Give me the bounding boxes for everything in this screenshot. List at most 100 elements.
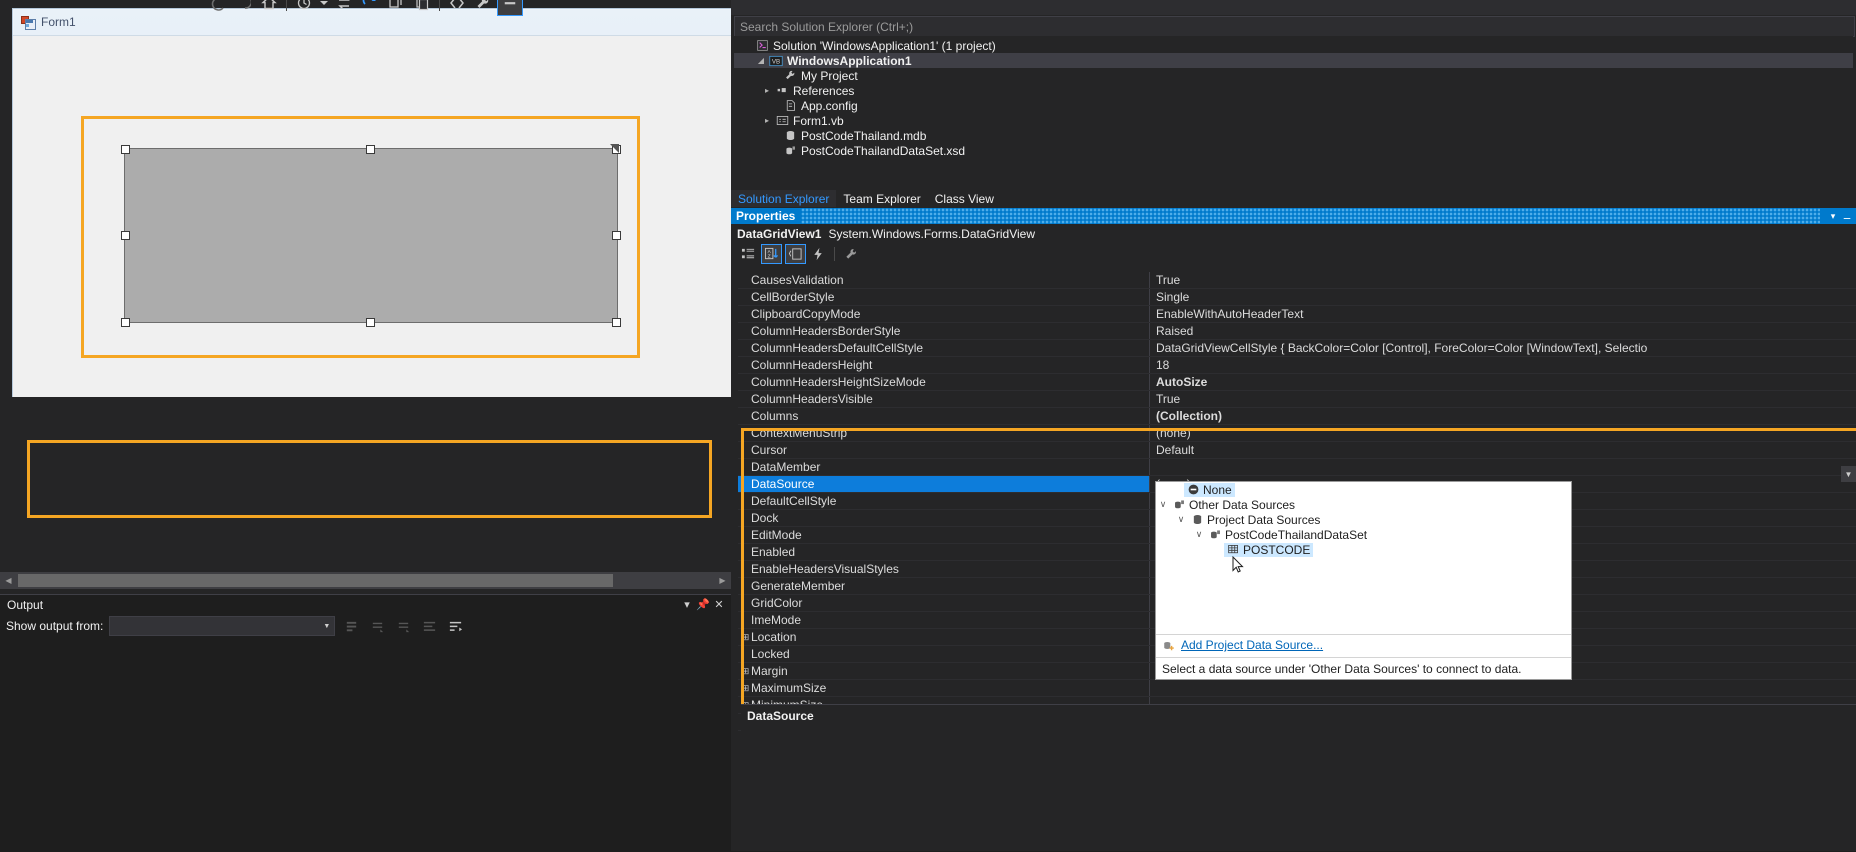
datasource-item-hit[interactable]: Project Data Sources	[1188, 513, 1323, 527]
search-input[interactable]: Search Solution Explorer (Ctrl+;)	[735, 20, 913, 34]
twisty-expanded-icon[interactable]: ∨	[1192, 529, 1206, 540]
datasource-item-hit[interactable]: PostCodeThailandDataSet	[1206, 528, 1370, 542]
refresh-icon[interactable]	[358, 0, 382, 15]
property-value[interactable]: Single	[1150, 289, 1856, 305]
property-row[interactable]: ColumnHeadersHeightSizeMode AutoSize	[738, 374, 1856, 391]
expand-icon[interactable]: ⊞	[740, 666, 751, 677]
show-all-files-icon[interactable]	[410, 0, 434, 15]
form-designer-window[interactable]: Form1	[12, 8, 733, 397]
datasource-item-project-data-sources[interactable]: ∨ Project Data Sources	[1156, 512, 1571, 527]
property-value[interactable]: (Collection)	[1150, 408, 1856, 424]
twisty-expanded-icon[interactable]: ∨	[1174, 514, 1188, 525]
datasource-tree[interactable]: None ∨ Other Data Sources ∨ Project Data…	[1156, 482, 1571, 634]
datasource-item-hit[interactable]: Other Data Sources	[1170, 498, 1298, 512]
toggle-word-wrap-icon[interactable]	[445, 616, 465, 636]
tab-team-explorer[interactable]: Team Explorer	[836, 190, 927, 207]
property-row[interactable]: ColumnHeadersBorderStyle Raised	[738, 323, 1856, 340]
back-icon[interactable]	[205, 0, 229, 15]
property-row[interactable]: CausesValidation True	[738, 272, 1856, 289]
property-value[interactable]: True	[1150, 272, 1856, 288]
properties-scroll-down-icon[interactable]: ▼	[1841, 466, 1856, 482]
resize-handle-w[interactable]	[121, 231, 130, 240]
expand-icon[interactable]: ⊞	[740, 632, 751, 643]
property-row[interactable]: Cursor Default	[738, 442, 1856, 459]
expand-icon[interactable]: ⊞	[740, 683, 751, 694]
chevron-down-icon[interactable]: ▾	[1826, 209, 1840, 223]
resize-handle-n[interactable]	[366, 145, 375, 154]
scroll-left-icon[interactable]: ◀	[0, 572, 17, 589]
view-code-icon[interactable]	[445, 0, 469, 15]
chevron-down-icon[interactable]	[318, 0, 330, 15]
property-value[interactable]: 18	[1150, 357, 1856, 373]
twisty-expanded-icon[interactable]: ◢	[754, 56, 768, 65]
property-value[interactable]	[1150, 459, 1856, 475]
property-row[interactable]: ClipboardCopyMode EnableWithAutoHeaderTe…	[738, 306, 1856, 323]
designer-scroll-thumb[interactable]	[18, 574, 613, 587]
datagridview-control[interactable]	[124, 148, 618, 323]
solution-explorer-tree[interactable]: Solution 'WindowsApplication1' (1 projec…	[734, 36, 1853, 190]
find-message-icon[interactable]	[341, 616, 361, 636]
pending-changes-icon[interactable]	[292, 0, 316, 15]
datasource-item-hit[interactable]: POSTCODE	[1224, 543, 1313, 557]
add-project-data-source-label[interactable]: Add Project Data Source...	[1181, 638, 1323, 652]
chevron-down-icon[interactable]: ▾	[679, 597, 695, 613]
twisty-collapsed-icon[interactable]: ▸	[760, 116, 774, 125]
property-row[interactable]: DataMember	[738, 459, 1856, 476]
property-value[interactable]: EnableWithAutoHeaderText	[1150, 306, 1856, 322]
property-pages-button[interactable]	[842, 245, 861, 263]
property-row[interactable]: ColumnHeadersVisible True	[738, 391, 1856, 408]
property-row[interactable]: ⊞ MaximumSize	[738, 680, 1856, 697]
pin-icon[interactable]: ⚊	[1840, 209, 1854, 223]
property-value[interactable]: (none)	[1150, 425, 1856, 441]
tab-class-view[interactable]: Class View	[928, 190, 1001, 207]
resize-handle-s[interactable]	[366, 318, 375, 327]
datasource-item-dataset[interactable]: ∨ PostCodeThailandDataSet	[1156, 527, 1571, 542]
property-value[interactable]: True	[1150, 391, 1856, 407]
clear-all-icon[interactable]	[419, 616, 439, 636]
go-to-next-icon[interactable]	[393, 616, 413, 636]
tree-item-form1-vb[interactable]: ▸ Form1.vb	[734, 113, 1853, 128]
property-row[interactable]: CellBorderStyle Single	[738, 289, 1856, 306]
tree-item-project[interactable]: ◢ VB WindowsApplication1	[734, 53, 1853, 68]
property-row[interactable]: Columns (Collection)	[738, 408, 1856, 425]
twisty-collapsed-icon[interactable]: ▸	[760, 86, 774, 95]
datasource-dropdown-popup[interactable]: None ∨ Other Data Sources ∨ Project Data…	[1155, 481, 1572, 680]
properties-button[interactable]	[785, 244, 806, 264]
tree-item-app-config[interactable]: App.config	[734, 98, 1853, 113]
tree-item-my-project[interactable]: My Project	[734, 68, 1853, 83]
properties-object-header[interactable]: DataGridView1 System.Windows.Forms.DataG…	[731, 224, 1856, 243]
tab-solution-explorer[interactable]: Solution Explorer	[731, 190, 836, 207]
datasource-item-postcode[interactable]: POSTCODE	[1156, 542, 1571, 557]
events-button[interactable]	[809, 245, 828, 263]
resize-handle-e[interactable]	[612, 231, 621, 240]
resize-handle-se[interactable]	[612, 318, 621, 327]
twisty-expanded-icon[interactable]: ∨	[1156, 499, 1170, 510]
property-value[interactable]: Raised	[1150, 323, 1856, 339]
property-value[interactable]: AutoSize	[1150, 374, 1856, 390]
output-source-combo[interactable]: ▼	[109, 616, 335, 636]
property-row[interactable]: ColumnHeadersDefaultCellStyle DataGridVi…	[738, 340, 1856, 357]
search-solution-explorer[interactable]: Search Solution Explorer (Ctrl+;)	[734, 16, 1855, 37]
pin-icon[interactable]: 📌	[695, 597, 711, 613]
add-project-data-source-link[interactable]: Add Project Data Source...	[1156, 635, 1571, 655]
scroll-right-icon[interactable]: ▶	[714, 572, 731, 589]
collapse-all-icon[interactable]	[384, 0, 408, 15]
resize-handle-sw[interactable]	[121, 318, 130, 327]
form-canvas[interactable]	[13, 35, 732, 397]
property-value[interactable]: Default	[1150, 442, 1856, 458]
datasource-item-other-data-sources[interactable]: ∨ Other Data Sources	[1156, 497, 1571, 512]
chevron-down-icon[interactable]: ▼	[319, 618, 334, 634]
home-icon[interactable]	[257, 0, 281, 15]
tree-item-mdb-file[interactable]: PostCodeThailand.mdb	[734, 128, 1853, 143]
alphabetical-button[interactable]: AZ	[761, 244, 782, 264]
resize-handle-nw[interactable]	[121, 145, 130, 154]
sync-icon[interactable]	[332, 0, 356, 15]
tree-item-solution[interactable]: Solution 'WindowsApplication1' (1 projec…	[734, 38, 1853, 53]
tree-item-references[interactable]: ▸ References	[734, 83, 1853, 98]
properties-icon[interactable]	[471, 0, 495, 15]
tree-item-xsd-file[interactable]: PostCodeThailandDataSet.xsd	[734, 143, 1853, 158]
datasource-item-hit[interactable]: None	[1184, 483, 1235, 497]
close-icon[interactable]: ✕	[711, 597, 727, 613]
property-row[interactable]: ContextMenuStrip (none)	[738, 425, 1856, 442]
datasource-item-none[interactable]: None	[1156, 482, 1571, 497]
